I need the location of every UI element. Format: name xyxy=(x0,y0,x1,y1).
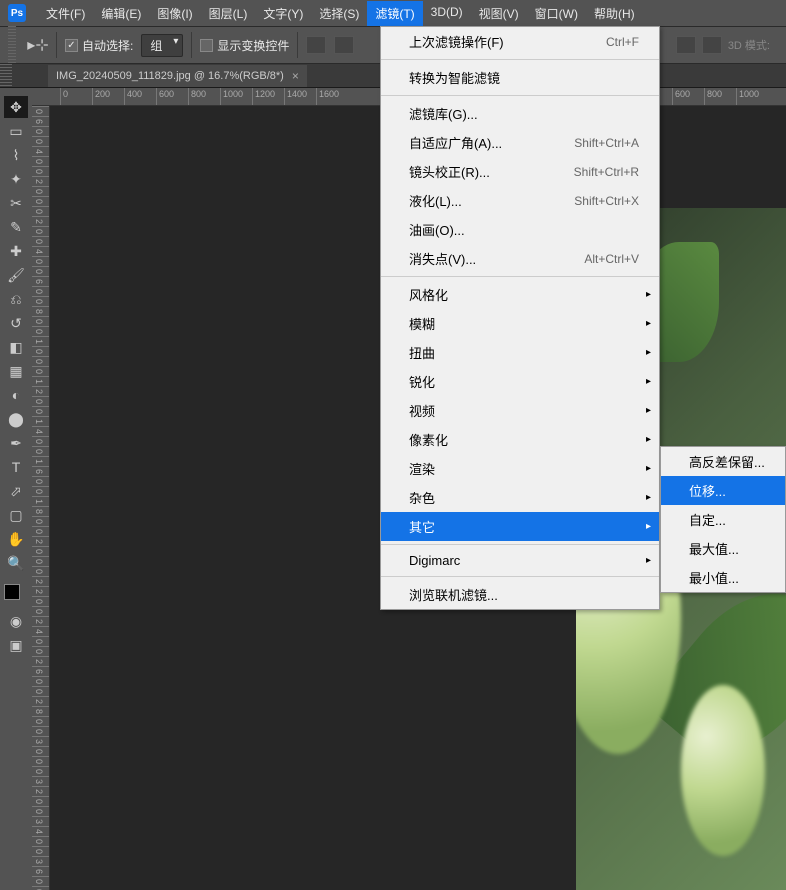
menu-视图[interactable]: 视图(V) xyxy=(471,1,527,26)
eyedropper-tool[interactable]: ✎ xyxy=(4,216,28,238)
quickmask-tool[interactable]: ◉ xyxy=(4,610,28,632)
tools-panel: ✥ ▭ ⌇ ✦ ✂ ✎ ✚ 🖌 ⎌ ↺ ◧ ▦ ◐ ⬤ ✒ T ⬀ ▢ ✋ 🔍 … xyxy=(0,88,32,890)
auto-select-checkbox[interactable]: 自动选择: xyxy=(65,37,133,54)
color-swatches[interactable] xyxy=(4,584,28,608)
menu-item[interactable]: 滤镜库(G)... xyxy=(381,99,659,128)
menu-选择[interactable]: 选择(S) xyxy=(311,1,367,26)
menu-滤镜[interactable]: 滤镜(T) xyxy=(367,1,422,26)
menu-item[interactable]: 自适应广角(A)...Shift+Ctrl+A xyxy=(381,128,659,157)
pen-tool[interactable]: ✒ xyxy=(4,432,28,454)
submenu-item[interactable]: 最大值... xyxy=(661,534,785,563)
show-transform-checkbox[interactable]: 显示变换控件 xyxy=(200,37,289,54)
wand-tool[interactable]: ✦ xyxy=(4,168,28,190)
menu-item[interactable]: 液化(L)...Shift+Ctrl+X xyxy=(381,186,659,215)
menu-图像[interactable]: 图像(I) xyxy=(149,1,200,26)
menubar: Ps 文件(F)编辑(E)图像(I)图层(L)文字(Y)选择(S)滤镜(T)3D… xyxy=(0,0,786,26)
menu-item[interactable]: 上次滤镜操作(F)Ctrl+F xyxy=(381,27,659,56)
blur-tool[interactable]: ◐ xyxy=(4,384,28,406)
brush-tool[interactable]: 🖌 xyxy=(4,264,28,286)
move-tool-icon: ▸⊹ xyxy=(28,35,48,55)
close-icon[interactable]: × xyxy=(292,69,299,83)
submenu-item[interactable]: 最小值... xyxy=(661,563,785,592)
menu-item[interactable]: 其它 xyxy=(381,512,659,541)
align-icon[interactable] xyxy=(334,36,354,54)
menu-帮助[interactable]: 帮助(H) xyxy=(586,1,643,26)
menu-item[interactable]: 浏览联机滤镜... xyxy=(381,580,659,609)
submenu-item[interactable]: 高反差保留... xyxy=(661,447,785,476)
menu-item[interactable]: 扭曲 xyxy=(381,338,659,367)
screenmode-tool[interactable]: ▣ xyxy=(4,634,28,656)
menu-item[interactable]: 视频 xyxy=(381,396,659,425)
3d-mode-label: 3D 模式: xyxy=(728,37,770,53)
menu-item[interactable]: Digimarc xyxy=(381,548,659,573)
menu-item[interactable]: 模糊 xyxy=(381,309,659,338)
document-tab[interactable]: IMG_20240509_111829.jpg @ 16.7%(RGB/8*) … xyxy=(48,65,307,87)
menu-item[interactable]: 渲染 xyxy=(381,454,659,483)
history-brush-tool[interactable]: ↺ xyxy=(4,312,28,334)
align-icon[interactable] xyxy=(306,36,326,54)
ruler-vertical[interactable]: 0600400200020040060080010001200140016001… xyxy=(32,106,50,890)
menu-item[interactable]: 杂色 xyxy=(381,483,659,512)
lasso-tool[interactable]: ⌇ xyxy=(4,144,28,166)
menu-item[interactable]: 锐化 xyxy=(381,367,659,396)
zoom-tool[interactable]: 🔍 xyxy=(4,552,28,574)
menu-图层[interactable]: 图层(L) xyxy=(201,1,256,26)
menu-item[interactable]: 转换为智能滤镜 xyxy=(381,63,659,92)
stamp-tool[interactable]: ⎌ xyxy=(4,288,28,310)
heal-tool[interactable]: ✚ xyxy=(4,240,28,262)
menu-文件[interactable]: 文件(F) xyxy=(38,1,93,26)
menu-item[interactable]: 像素化 xyxy=(381,425,659,454)
toolbar-grip[interactable] xyxy=(8,26,16,64)
menu-3d[interactable]: 3D(D) xyxy=(423,1,471,26)
hand-tool[interactable]: ✋ xyxy=(4,528,28,550)
marquee-tool[interactable]: ▭ xyxy=(4,120,28,142)
submenu-item[interactable]: 自定... xyxy=(661,505,785,534)
move-tool[interactable]: ✥ xyxy=(4,96,28,118)
submenu-item[interactable]: 位移... xyxy=(661,476,785,505)
menu-item[interactable]: 油画(O)... xyxy=(381,215,659,244)
menu-item[interactable]: 消失点(V)...Alt+Ctrl+V xyxy=(381,244,659,273)
gradient-tool[interactable]: ▦ xyxy=(4,360,28,382)
type-tool[interactable]: T xyxy=(4,456,28,478)
filter-other-submenu: 高反差保留...位移...自定...最大值...最小值... xyxy=(660,446,786,593)
menu-编辑[interactable]: 编辑(E) xyxy=(93,1,149,26)
menu-文字[interactable]: 文字(Y) xyxy=(255,1,311,26)
filter-menu: 上次滤镜操作(F)Ctrl+F 转换为智能滤镜滤镜库(G)...自适应广角(A).… xyxy=(380,26,660,610)
3d-icon[interactable] xyxy=(676,36,696,54)
eraser-tool[interactable]: ◧ xyxy=(4,336,28,358)
menu-item[interactable]: 镜头校正(R)...Shift+Ctrl+R xyxy=(381,157,659,186)
auto-select-dropdown[interactable]: 组 xyxy=(141,34,183,57)
menu-item[interactable]: 风格化 xyxy=(381,280,659,309)
app-logo: Ps xyxy=(8,4,26,22)
menu-窗口[interactable]: 窗口(W) xyxy=(527,1,586,26)
3d-icon[interactable] xyxy=(702,36,722,54)
crop-tool[interactable]: ✂ xyxy=(4,192,28,214)
dodge-tool[interactable]: ⬤ xyxy=(4,408,28,430)
path-tool[interactable]: ⬀ xyxy=(4,480,28,502)
shape-tool[interactable]: ▢ xyxy=(4,504,28,526)
